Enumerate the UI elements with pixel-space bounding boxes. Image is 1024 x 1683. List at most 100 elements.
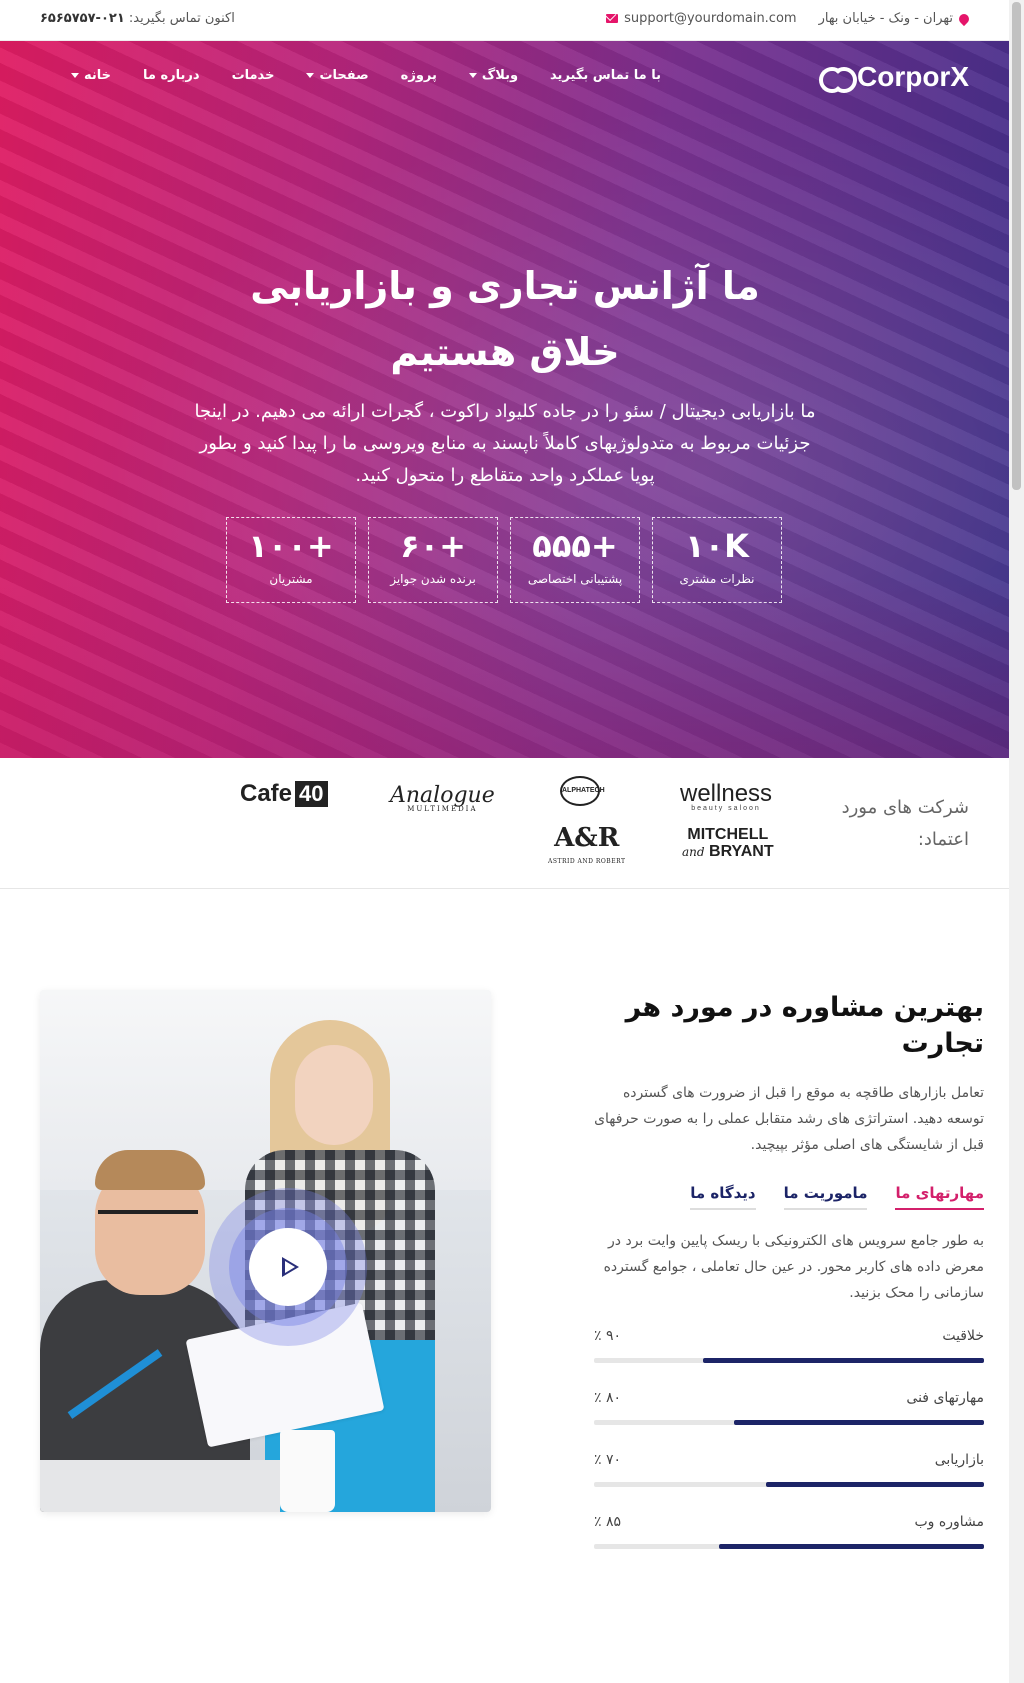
skill-name: خلاقیت bbox=[942, 1328, 984, 1344]
nav-item-project[interactable]: پروژه bbox=[385, 68, 453, 83]
stat-label: مشتریان bbox=[269, 572, 313, 586]
skill-percent: ۸۵ ٪ bbox=[594, 1514, 622, 1530]
skill-progress-track bbox=[594, 1420, 984, 1425]
nav-menu: خانه درباره ما خدمات صفحات پروژه وبلاگ ب… bbox=[55, 68, 677, 83]
tab-content-text: به طور جامع سرویس های الکترونیکی با ریسک… bbox=[603, 1233, 984, 1301]
tab-our-vision[interactable]: دیدگاه ما bbox=[690, 1184, 756, 1210]
brand-name-2: BRYANT bbox=[709, 843, 774, 860]
logo-mark-icon bbox=[819, 65, 857, 93]
brand-logo-mitchell-bryant: MITCHELL and BRYANT bbox=[682, 826, 774, 861]
brand-logo-cafe40: Cafe 40 bbox=[240, 780, 328, 808]
skill-progress-fill bbox=[718, 1544, 984, 1549]
phone-number[interactable]: ۰۲۱-۶۵۶۵۷۵۷ bbox=[40, 11, 125, 26]
skill-progress-track bbox=[594, 1482, 984, 1487]
nav-item-contact[interactable]: با ما تماس بگیرید bbox=[534, 68, 677, 83]
top-bar: اکنون تماس بگیرید: ۰۲۱-۶۵۶۵۷۵۷ support@y… bbox=[0, 0, 1009, 41]
nav-item-home[interactable]: خانه bbox=[55, 68, 127, 83]
photo-keyboard bbox=[40, 1460, 280, 1512]
hero-section: CorporX خانه درباره ما خدمات صفحات پروژه… bbox=[0, 41, 1009, 758]
play-icon bbox=[282, 1257, 299, 1277]
nav-item-about[interactable]: درباره ما bbox=[127, 68, 216, 83]
brand-logo-wellness: wellness beauty saloon bbox=[680, 780, 772, 812]
skill-progress-fill bbox=[703, 1358, 984, 1363]
stat-label: پشتیبانی اختصاصی bbox=[527, 572, 623, 586]
skill-percent: ۸۰ ٪ bbox=[594, 1390, 622, 1406]
brand-logo-alphatech: ALPHATECH bbox=[560, 776, 605, 806]
email-link[interactable]: support@yourdomain.com bbox=[624, 11, 797, 26]
nav-label: خدمات bbox=[231, 68, 275, 83]
envelope-icon bbox=[606, 14, 619, 23]
skill-item: مشاوره وب ۸۵ ٪ bbox=[594, 1514, 984, 1549]
skill-percent: ۷۰ ٪ bbox=[594, 1452, 622, 1468]
stat-card: +۵۵۵ پشتیبانی اختصاصی bbox=[510, 517, 640, 603]
brand-logo-ar: A&R ASTRID AND ROBERT bbox=[548, 825, 626, 874]
brand-logo-analogue: Analogue MULTIMEDIA bbox=[390, 783, 495, 813]
trusted-label: شرکت های مورد اعتماد: bbox=[841, 797, 969, 850]
skill-name: مهارتهای فنی bbox=[906, 1390, 984, 1406]
map-pin-icon bbox=[956, 11, 972, 26]
skill-progress-track bbox=[594, 1544, 984, 1549]
play-video-button[interactable] bbox=[249, 1228, 327, 1306]
tabs: مهارتهای ما ماموریت ما دیدگاه ما bbox=[594, 1184, 984, 1210]
hero-description: ما بازاریابی دیجیتال / سئو را در جاده کل… bbox=[194, 401, 816, 486]
stat-label: برنده شدن جوایز bbox=[390, 572, 476, 586]
photo-glasses bbox=[98, 1210, 198, 1232]
nav-label: پروژه bbox=[400, 68, 437, 83]
nav-item-blog[interactable]: وبلاگ bbox=[453, 68, 534, 83]
skill-progress-track bbox=[594, 1358, 984, 1363]
brand-name: MITCHELL bbox=[687, 826, 769, 843]
contact-info: support@yourdomain.com تهران - ونک - خیا… bbox=[606, 11, 972, 26]
scrollbar-thumb[interactable] bbox=[1012, 2, 1021, 490]
stat-card: +۶۰ برنده شدن جوایز bbox=[368, 517, 498, 603]
brand-name: Cafe bbox=[240, 780, 293, 807]
skill-progress-fill bbox=[734, 1420, 984, 1425]
nav-label: درباره ما bbox=[143, 68, 200, 83]
nav-label: خانه bbox=[84, 68, 112, 83]
chevron-down-icon bbox=[71, 73, 79, 78]
site-logo[interactable]: CorporX bbox=[819, 61, 969, 93]
email-item[interactable]: support@yourdomain.com bbox=[606, 11, 797, 26]
logo-text: CorporX bbox=[857, 61, 969, 92]
section-title: بهترین مشاوره در مورد هر تجارت bbox=[625, 992, 984, 1059]
stat-label: نظرات مشتری bbox=[679, 572, 755, 586]
page-scrollbar[interactable] bbox=[1009, 0, 1024, 1683]
skill-item: مهارتهای فنی ۸۰ ٪ bbox=[594, 1390, 984, 1425]
team-photo bbox=[40, 990, 491, 1512]
skills-list: خلاقیت ۹۰ ٪ مهارتهای فنی ۸۰ ٪ بازاریابی ۷۰ … bbox=[594, 1328, 984, 1549]
nav-label: صفحات bbox=[319, 68, 369, 83]
skill-percent: ۹۰ ٪ bbox=[594, 1328, 622, 1344]
address-text: تهران - ونک - خیابان بهار bbox=[818, 11, 953, 26]
section-description: تعامل بازارهای طاقچه به موقع را قبل از ض… bbox=[594, 1085, 984, 1153]
skill-name: بازاریابی bbox=[934, 1452, 984, 1468]
skill-item: خلاقیت ۹۰ ٪ bbox=[594, 1328, 984, 1363]
tab-our-mission[interactable]: ماموریت ما bbox=[783, 1184, 868, 1210]
chevron-down-icon bbox=[306, 73, 315, 78]
skill-progress-fill bbox=[765, 1482, 984, 1487]
phone-info[interactable]: اکنون تماس بگیرید: ۰۲۱-۶۵۶۵۷۵۷ bbox=[40, 11, 235, 26]
brand-and: and bbox=[682, 845, 705, 859]
stat-card: ۱۰K نظرات مشتری bbox=[652, 517, 782, 603]
phone-label: اکنون تماس بگیرید: bbox=[128, 11, 235, 26]
brand-subtitle: ASTRID AND ROBERT bbox=[548, 858, 626, 865]
nav-item-pages[interactable]: صفحات bbox=[290, 68, 384, 83]
stat-value: +۶۰ bbox=[400, 527, 466, 565]
stat-value: ۱۰K bbox=[685, 527, 749, 565]
stats-row: +۱۰۰ مشتریان +۶۰ برنده شدن جوایز +۵۵۵ پش… bbox=[226, 517, 782, 603]
stat-value: +۱۰۰ bbox=[248, 527, 334, 565]
photo-woman-face bbox=[295, 1045, 373, 1145]
photo-cup bbox=[280, 1430, 335, 1512]
brand-name: wellness bbox=[680, 780, 773, 807]
brand-subtitle: beauty saloon bbox=[691, 805, 761, 812]
nav-item-services[interactable]: خدمات bbox=[216, 68, 291, 83]
stat-value: +۵۵۵ bbox=[532, 527, 618, 565]
skill-item: بازاریابی ۷۰ ٪ bbox=[594, 1452, 984, 1487]
main-navigation: CorporX خانه درباره ما خدمات صفحات پروژه… bbox=[0, 41, 1009, 113]
nav-label: با ما تماس بگیرید bbox=[550, 68, 661, 83]
chevron-down-icon bbox=[468, 73, 477, 78]
trusted-companies: شرکت های مورد اعتماد: wellness beauty sa… bbox=[0, 758, 1009, 889]
hero-title: ما آژانس تجاری و بازاریابی خلاق هستیم bbox=[250, 264, 760, 374]
brand-name: ALPHATECH bbox=[562, 787, 605, 794]
address-item: تهران - ونک - خیابان بهار bbox=[818, 11, 972, 26]
tab-our-skills[interactable]: مهارتهای ما bbox=[895, 1184, 984, 1210]
photo-man-hair bbox=[95, 1150, 205, 1190]
